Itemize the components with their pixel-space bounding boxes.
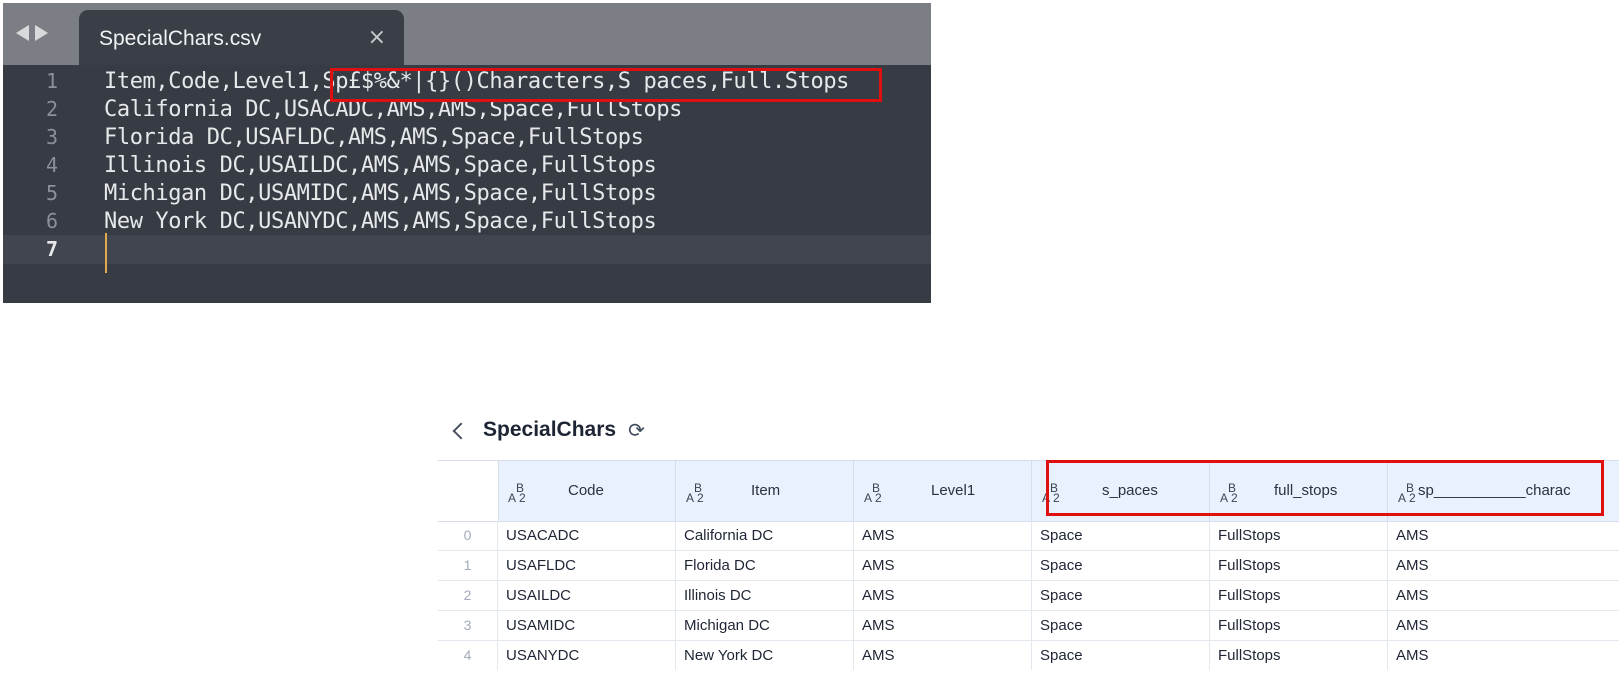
cell-special-characters[interactable]: AMS bbox=[1388, 551, 1619, 580]
line-number: 4 bbox=[45, 153, 58, 177]
cell-special-characters[interactable]: AMS bbox=[1388, 611, 1619, 640]
tab-title: SpecialChars.csv bbox=[99, 27, 262, 50]
column-header-label: Code bbox=[568, 482, 604, 499]
highlight-box-renamed-columns bbox=[1046, 460, 1604, 516]
cell-level1[interactable]: AMS bbox=[854, 521, 1032, 550]
cell-level1[interactable]: AMS bbox=[854, 641, 1032, 670]
cell-s-paces[interactable]: Space bbox=[1032, 551, 1210, 580]
cell-level1[interactable]: AMS bbox=[854, 581, 1032, 610]
cell-s-paces[interactable]: Space bbox=[1032, 581, 1210, 610]
line-number: 1 bbox=[45, 69, 58, 93]
string-type-icon: BA2 bbox=[508, 481, 526, 505]
tab-navigation bbox=[16, 25, 48, 41]
cell-item[interactable]: Michigan DC bbox=[676, 611, 854, 640]
cell-code[interactable]: USACADC bbox=[498, 521, 676, 550]
forward-arrow-icon[interactable] bbox=[35, 25, 48, 41]
index-header bbox=[438, 461, 499, 521]
row-index: 3 bbox=[438, 611, 498, 640]
column-header-label: Item bbox=[751, 482, 781, 499]
text-cursor bbox=[105, 233, 107, 273]
cell-item[interactable]: California DC bbox=[676, 521, 854, 550]
code-line: 3 Florida DC,USAFLDC,AMS,AMS,Space,FullS… bbox=[3, 123, 931, 152]
string-type-icon: BA2 bbox=[686, 481, 704, 505]
cell-full-stops[interactable]: FullStops bbox=[1210, 521, 1388, 550]
line-text: Michigan DC,USAMIDC,AMS,AMS,Space,FullSt… bbox=[104, 181, 657, 206]
line-text: Illinois DC,USAILDC,AMS,AMS,Space,FullSt… bbox=[104, 153, 657, 178]
column-header-code[interactable]: BA2 Code bbox=[498, 461, 676, 521]
table-row[interactable]: 1 USAFLDC Florida DC AMS Space FullStops… bbox=[438, 551, 1619, 581]
refresh-icon[interactable]: ⟳ bbox=[628, 418, 645, 442]
cell-item[interactable]: Illinois DC bbox=[676, 581, 854, 610]
code-line: 4 Illinois DC,USAILDC,AMS,AMS,Space,Full… bbox=[3, 151, 931, 180]
cell-full-stops[interactable]: FullStops bbox=[1210, 641, 1388, 670]
column-header-label: Level1 bbox=[931, 482, 976, 499]
table-row[interactable]: 4 USANYDC New York DC AMS Space FullStop… bbox=[438, 641, 1619, 670]
cell-full-stops[interactable]: FullStops bbox=[1210, 611, 1388, 640]
cell-special-characters[interactable]: AMS bbox=[1388, 641, 1619, 670]
cell-full-stops[interactable]: FullStops bbox=[1210, 581, 1388, 610]
cell-special-characters[interactable]: AMS bbox=[1388, 521, 1619, 550]
cell-code[interactable]: USAFLDC bbox=[498, 551, 676, 580]
row-index: 2 bbox=[438, 581, 498, 610]
code-line: 5 Michigan DC,USAMIDC,AMS,AMS,Space,Full… bbox=[3, 179, 931, 208]
cell-s-paces[interactable]: Space bbox=[1032, 521, 1210, 550]
chevron-left-icon[interactable] bbox=[452, 422, 470, 440]
text-editor-window: SpecialChars.csv × 1 Item,Code,Level1,Sp… bbox=[3, 3, 931, 303]
highlight-box-special-headers bbox=[330, 68, 882, 102]
table-row[interactable]: 2 USAILDC Illinois DC AMS Space FullStop… bbox=[438, 581, 1619, 611]
cell-s-paces[interactable]: Space bbox=[1032, 611, 1210, 640]
line-number: 3 bbox=[45, 125, 58, 149]
table-row[interactable]: 0 USACADC California DC AMS Space FullSt… bbox=[438, 521, 1619, 551]
cell-level1[interactable]: AMS bbox=[854, 611, 1032, 640]
back-arrow-icon[interactable] bbox=[16, 25, 29, 41]
cell-code[interactable]: USAILDC bbox=[498, 581, 676, 610]
cell-s-paces[interactable]: Space bbox=[1032, 641, 1210, 670]
tab-bar: SpecialChars.csv × bbox=[3, 3, 931, 65]
cell-code[interactable]: USANYDC bbox=[498, 641, 676, 670]
column-header-level1[interactable]: BA2 Level1 bbox=[854, 461, 1032, 521]
table-row[interactable]: 3 USAMIDC Michigan DC AMS Space FullStop… bbox=[438, 611, 1619, 641]
line-number: 5 bbox=[45, 181, 58, 205]
line-text: New York DC,USANYDC,AMS,AMS,Space,FullSt… bbox=[104, 209, 657, 234]
cell-special-characters[interactable]: AMS bbox=[1388, 581, 1619, 610]
line-number: 7 bbox=[45, 237, 58, 261]
cell-level1[interactable]: AMS bbox=[854, 551, 1032, 580]
line-number: 2 bbox=[45, 97, 58, 121]
row-index: 1 bbox=[438, 551, 498, 580]
column-header-item[interactable]: BA2 Item bbox=[676, 461, 854, 521]
cell-item[interactable]: New York DC bbox=[676, 641, 854, 670]
code-line: 6 New York DC,USANYDC,AMS,AMS,Space,Full… bbox=[3, 207, 931, 236]
line-text: Florida DC,USAFLDC,AMS,AMS,Space,FullSto… bbox=[104, 125, 644, 150]
preview-header: SpecialChars ⟳ bbox=[452, 418, 645, 442]
line-number: 6 bbox=[45, 209, 58, 233]
cell-full-stops[interactable]: FullStops bbox=[1210, 551, 1388, 580]
row-index: 4 bbox=[438, 641, 498, 670]
cell-item[interactable]: Florida DC bbox=[676, 551, 854, 580]
close-icon[interactable]: × bbox=[368, 25, 386, 50]
tab-specialchars-csv[interactable]: SpecialChars.csv × bbox=[79, 10, 404, 65]
string-type-icon: BA2 bbox=[864, 481, 882, 505]
cell-code[interactable]: USAMIDC bbox=[498, 611, 676, 640]
row-index: 0 bbox=[438, 521, 498, 550]
active-code-line: 7 bbox=[3, 235, 931, 264]
dataset-title: SpecialChars bbox=[483, 418, 617, 441]
